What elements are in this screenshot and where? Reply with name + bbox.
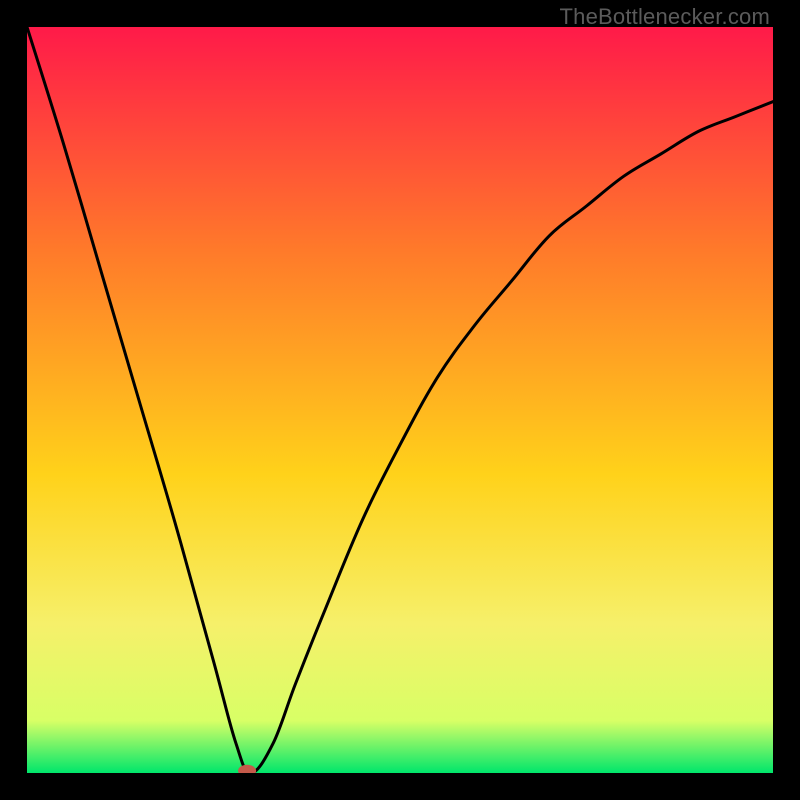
chart-frame: TheBottlenecker.com <box>0 0 800 800</box>
plot-area <box>27 27 773 773</box>
chart-svg <box>27 27 773 773</box>
